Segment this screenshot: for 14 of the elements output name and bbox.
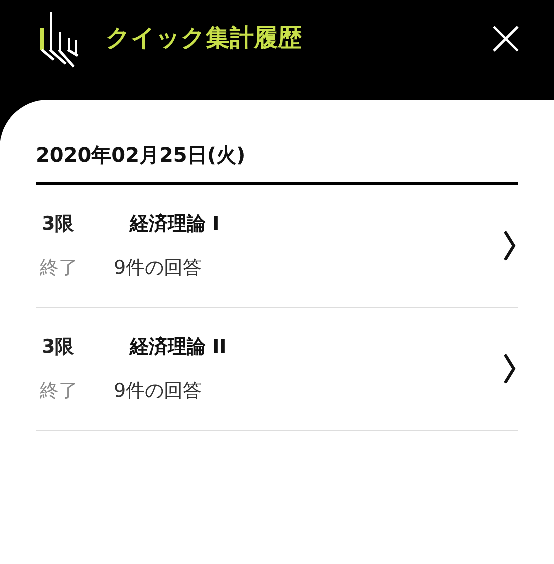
course-name: 経済理論 II (130, 335, 227, 360)
close-button[interactable] (492, 25, 520, 53)
date-heading: 2020年02月25日(火) (36, 142, 247, 169)
course-name: 経済理論 I (130, 212, 220, 237)
chevron-right-icon[interactable] (504, 354, 516, 384)
period-label: 3限 (42, 212, 76, 237)
logo-icon (40, 12, 80, 68)
chevron-right-icon[interactable] (504, 231, 516, 261)
response-count: 9件の回答 (114, 379, 202, 404)
period-label: 3限 (42, 335, 76, 360)
status-label: 終了 (40, 256, 79, 281)
status-label: 終了 (40, 379, 79, 404)
response-count: 9件の回答 (114, 256, 202, 281)
screen-title: クイック集計履歴 (106, 23, 303, 54)
